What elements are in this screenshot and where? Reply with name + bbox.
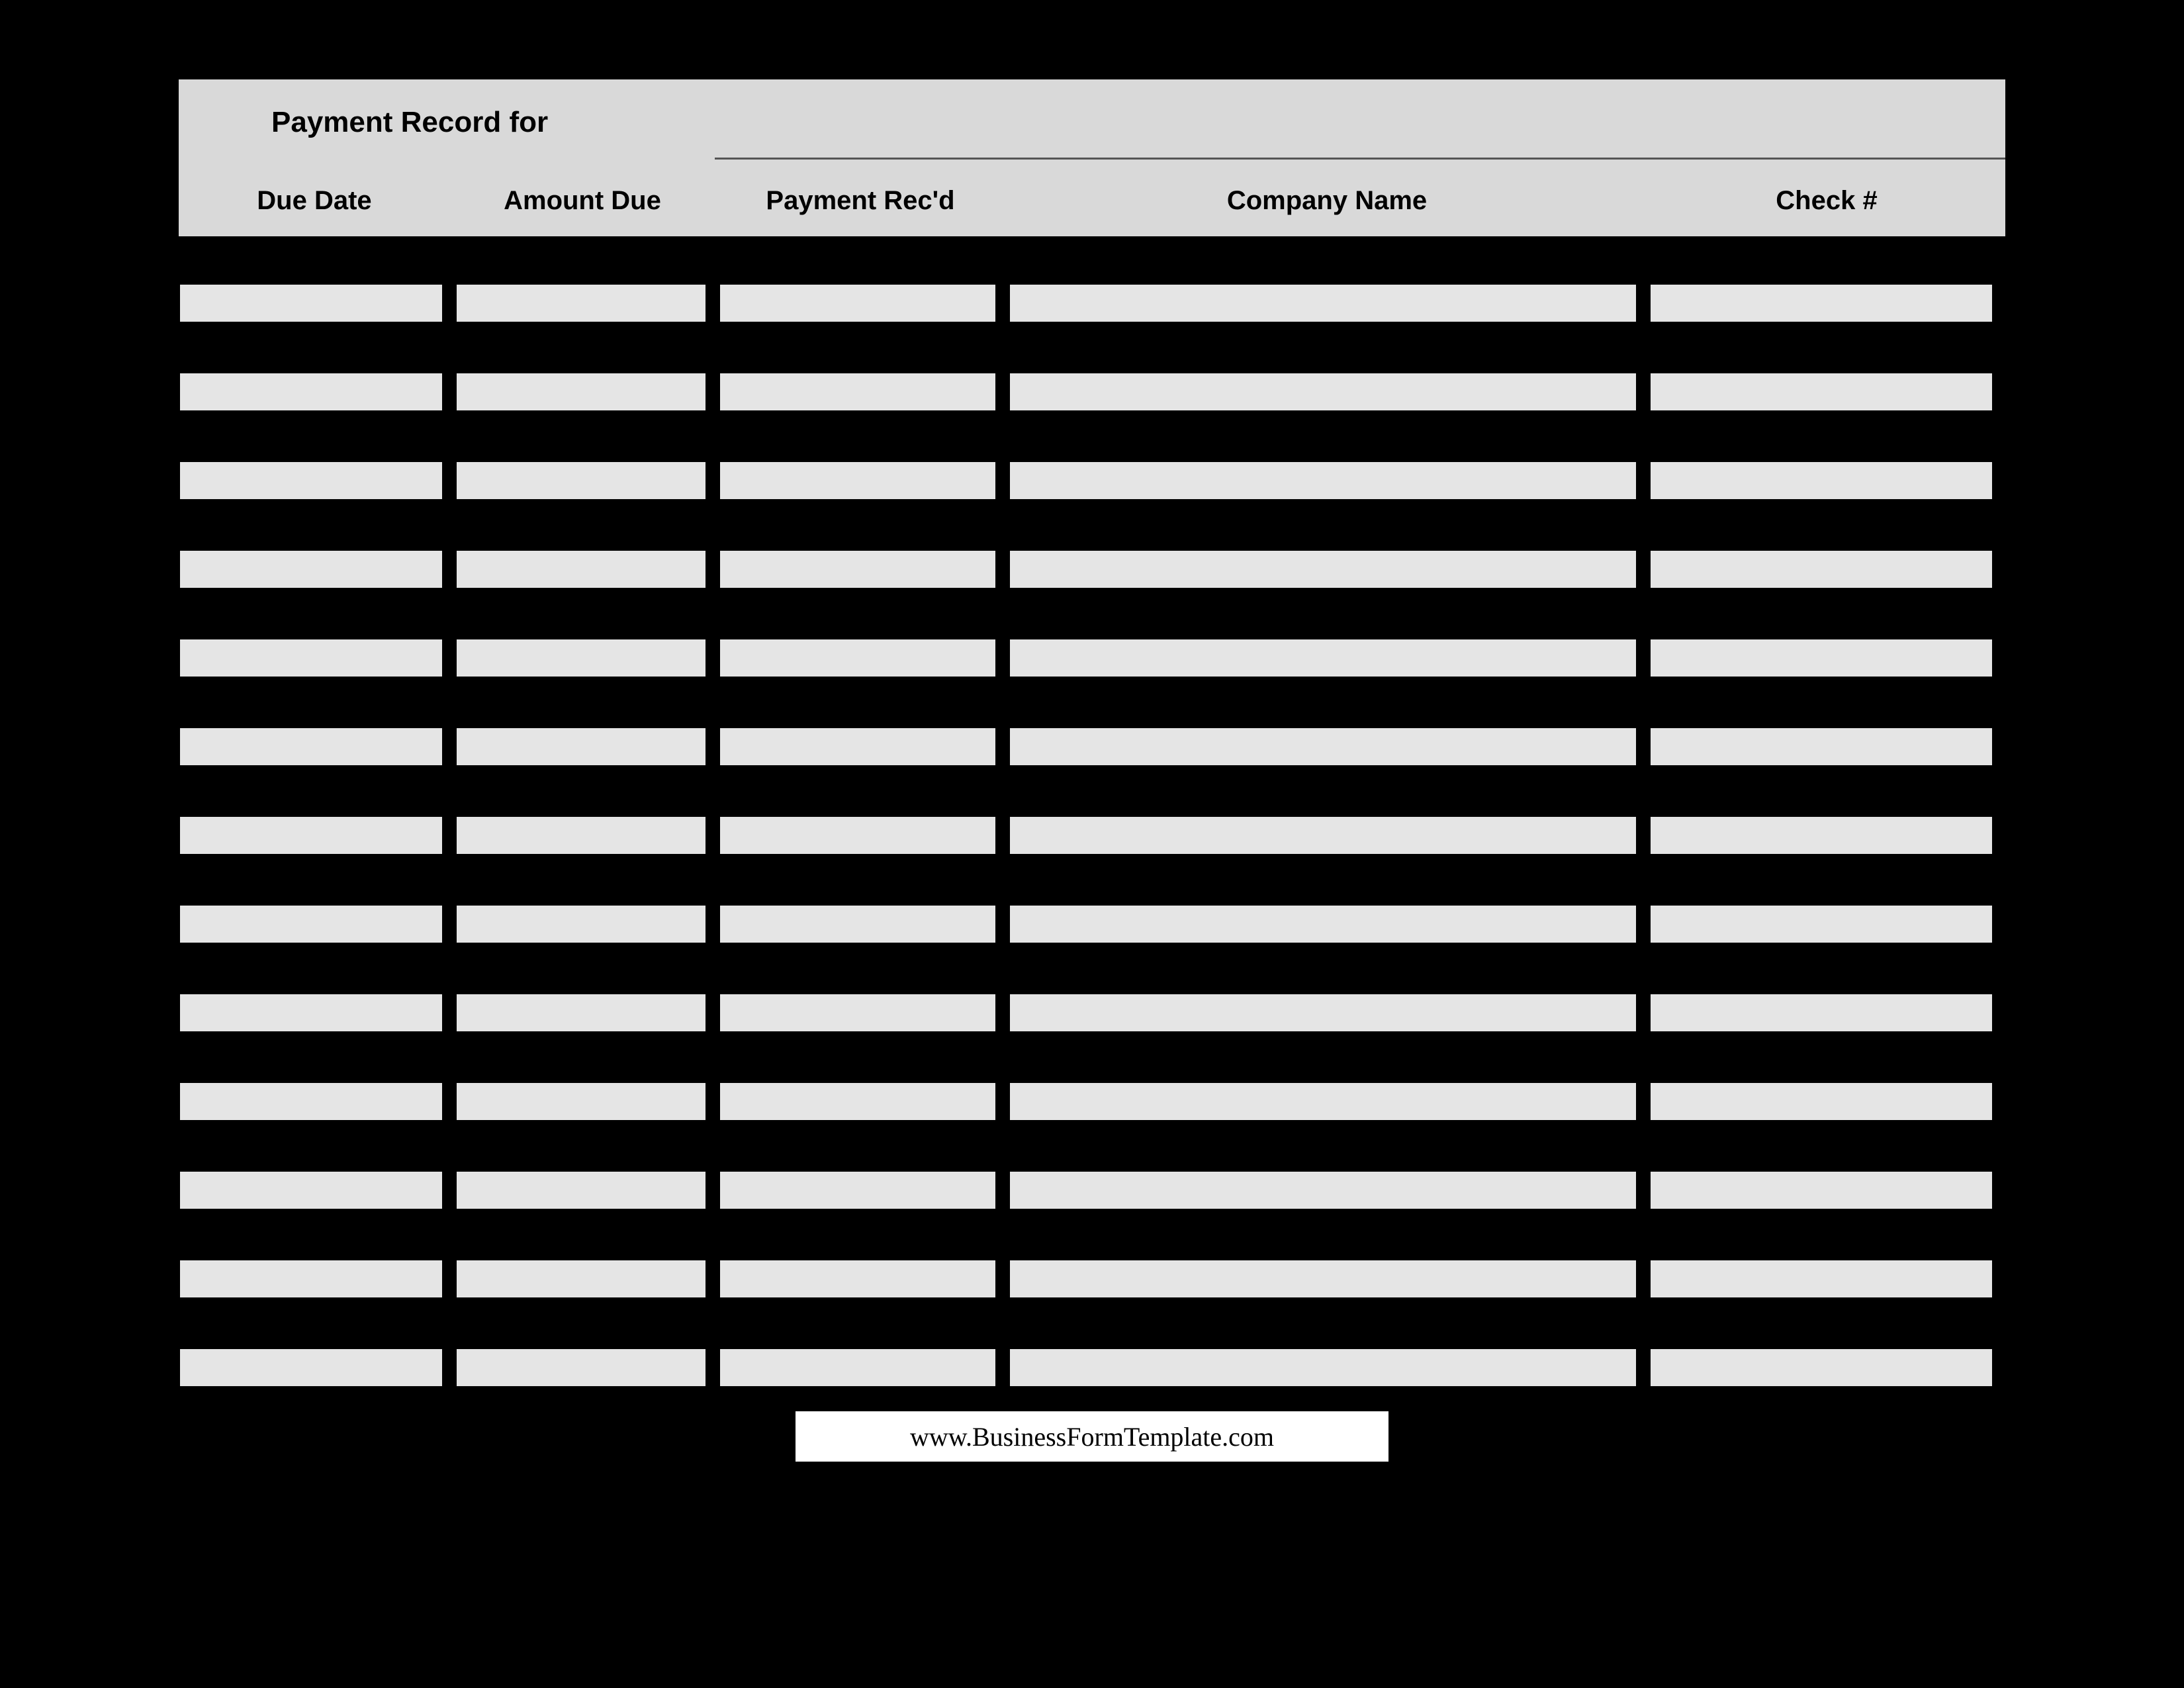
cell-due-date[interactable] — [179, 1260, 443, 1297]
form-header: Payment Record for — [179, 79, 2005, 165]
cell-due-date[interactable] — [179, 462, 443, 499]
cell-amount-due[interactable] — [455, 994, 707, 1031]
table-row — [179, 994, 2005, 1031]
column-headers: Due Date Amount Due Payment Rec'd Compan… — [179, 165, 2005, 238]
cell-amount-due[interactable] — [455, 1349, 707, 1386]
cell-company-name[interactable] — [1009, 906, 1637, 943]
cell-amount-due[interactable] — [455, 1260, 707, 1297]
cell-check-num[interactable] — [1649, 551, 1993, 588]
footer-attribution-box: www.BusinessFormTemplate.com — [794, 1410, 1390, 1463]
cell-check-num[interactable] — [1649, 1260, 1993, 1297]
cell-amount-due[interactable] — [455, 285, 707, 322]
cell-payment-recd[interactable] — [719, 728, 997, 765]
cell-due-date[interactable] — [179, 1172, 443, 1209]
cell-check-num[interactable] — [1649, 285, 1993, 322]
table-row — [179, 551, 2005, 588]
cell-due-date[interactable] — [179, 728, 443, 765]
cell-payment-recd[interactable] — [719, 817, 997, 854]
cell-check-num[interactable] — [1649, 994, 1993, 1031]
cell-company-name[interactable] — [1009, 1083, 1637, 1120]
cell-company-name[interactable] — [1009, 817, 1637, 854]
cell-payment-recd[interactable] — [719, 373, 997, 410]
data-rows — [179, 285, 2005, 1386]
cell-company-name[interactable] — [1009, 1172, 1637, 1209]
cell-company-name[interactable] — [1009, 1260, 1637, 1297]
cell-amount-due[interactable] — [455, 1083, 707, 1120]
table-row — [179, 817, 2005, 854]
cell-company-name[interactable] — [1009, 728, 1637, 765]
cell-payment-recd[interactable] — [719, 639, 997, 677]
table-row — [179, 462, 2005, 499]
cell-due-date[interactable] — [179, 1349, 443, 1386]
footer-url: www.BusinessFormTemplate.com — [910, 1421, 1274, 1452]
cell-check-num[interactable] — [1649, 373, 1993, 410]
cell-check-num[interactable] — [1649, 728, 1993, 765]
cell-amount-due[interactable] — [455, 551, 707, 588]
cell-payment-recd[interactable] — [719, 1083, 997, 1120]
cell-company-name[interactable] — [1009, 285, 1637, 322]
cell-due-date[interactable] — [179, 373, 443, 410]
header-payment-recd: Payment Rec'd — [715, 186, 1006, 216]
cell-check-num[interactable] — [1649, 817, 1993, 854]
table-row — [179, 373, 2005, 410]
table-row — [179, 285, 2005, 322]
cell-amount-due[interactable] — [455, 817, 707, 854]
table-row — [179, 1260, 2005, 1297]
cell-amount-due[interactable] — [455, 1172, 707, 1209]
cell-check-num[interactable] — [1649, 639, 1993, 677]
cell-check-num[interactable] — [1649, 1349, 1993, 1386]
cell-amount-due[interactable] — [455, 906, 707, 943]
cell-check-num[interactable] — [1649, 462, 1993, 499]
cell-check-num[interactable] — [1649, 1083, 1993, 1120]
table-row — [179, 639, 2005, 677]
cell-due-date[interactable] — [179, 994, 443, 1031]
cell-company-name[interactable] — [1009, 462, 1637, 499]
cell-company-name[interactable] — [1009, 639, 1637, 677]
cell-payment-recd[interactable] — [719, 551, 997, 588]
cell-due-date[interactable] — [179, 639, 443, 677]
table-row — [179, 1083, 2005, 1120]
table-row — [179, 906, 2005, 943]
cell-due-date[interactable] — [179, 1083, 443, 1120]
cell-payment-recd[interactable] — [719, 906, 997, 943]
table-row — [179, 728, 2005, 765]
cell-due-date[interactable] — [179, 551, 443, 588]
cell-due-date[interactable] — [179, 285, 443, 322]
payment-record-form: Payment Record for Due Date Amount Due P… — [179, 79, 2005, 1438]
cell-payment-recd[interactable] — [719, 1260, 997, 1297]
cell-amount-due[interactable] — [455, 639, 707, 677]
cell-company-name[interactable] — [1009, 551, 1637, 588]
record-for-underline[interactable] — [715, 158, 2005, 160]
header-amount-due: Amount Due — [450, 186, 715, 216]
cell-company-name[interactable] — [1009, 994, 1637, 1031]
cell-amount-due[interactable] — [455, 373, 707, 410]
table-row — [179, 1172, 2005, 1209]
form-title: Payment Record for — [271, 106, 548, 139]
cell-payment-recd[interactable] — [719, 285, 997, 322]
cell-amount-due[interactable] — [455, 462, 707, 499]
cell-payment-recd[interactable] — [719, 462, 997, 499]
table-row — [179, 1349, 2005, 1386]
header-check-num: Check # — [1648, 186, 2005, 216]
cell-check-num[interactable] — [1649, 906, 1993, 943]
header-company-name: Company Name — [1006, 186, 1648, 216]
cell-company-name[interactable] — [1009, 373, 1637, 410]
cell-payment-recd[interactable] — [719, 1172, 997, 1209]
cell-payment-recd[interactable] — [719, 1349, 997, 1386]
cell-company-name[interactable] — [1009, 1349, 1637, 1386]
header-due-date: Due Date — [179, 186, 450, 216]
cell-due-date[interactable] — [179, 906, 443, 943]
cell-payment-recd[interactable] — [719, 994, 997, 1031]
cell-amount-due[interactable] — [455, 728, 707, 765]
cell-check-num[interactable] — [1649, 1172, 1993, 1209]
cell-due-date[interactable] — [179, 817, 443, 854]
